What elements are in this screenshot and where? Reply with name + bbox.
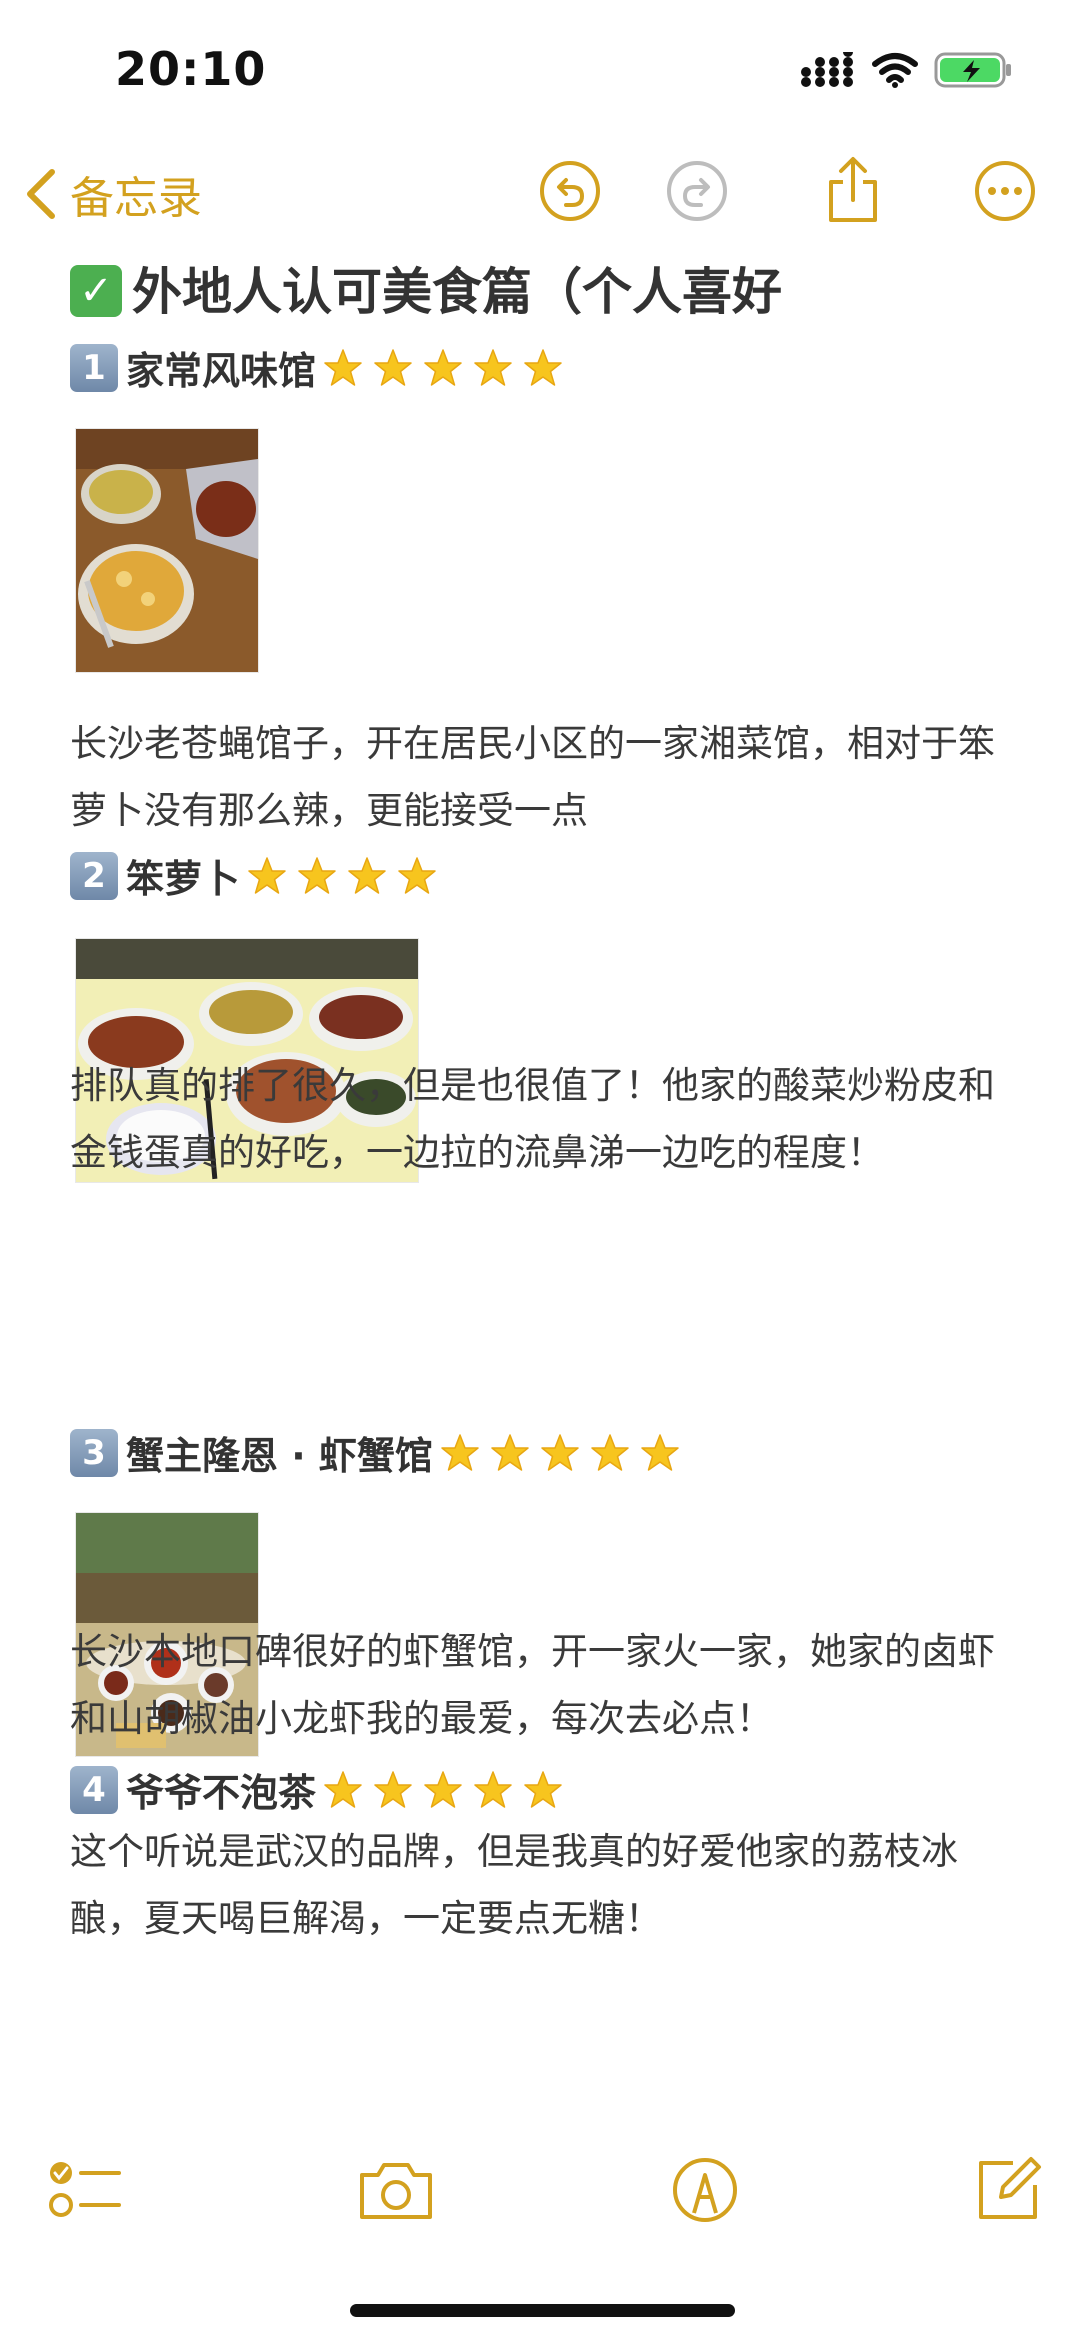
status-bar: 20:10 bbox=[0, 0, 1080, 150]
redo-button[interactable] bbox=[662, 156, 732, 226]
item-name-3: 蟹主隆恩 · 虾蟹馆 bbox=[126, 1434, 433, 1478]
star-icon bbox=[398, 856, 436, 894]
home-indicator[interactable] bbox=[350, 2304, 735, 2317]
battery-charging-icon bbox=[934, 52, 1011, 88]
wifi-icon bbox=[872, 53, 918, 88]
food-photo-image bbox=[76, 429, 258, 672]
number-badge-4: 4 bbox=[70, 1765, 118, 1814]
number-badge-2: 2 bbox=[70, 851, 118, 900]
item-desc-4: 这个听说是武汉的品牌，但是我真的好爱他家的荔枝冰酿，夏天喝巨解渴，一定要点无糖！ bbox=[70, 1830, 958, 1940]
back-button[interactable]: 备忘录 bbox=[22, 162, 202, 226]
star-icon bbox=[474, 348, 512, 386]
share-button[interactable] bbox=[818, 156, 888, 226]
star-icon bbox=[641, 1433, 679, 1471]
item-name-2: 笨萝卜 bbox=[126, 857, 241, 901]
checklist-button[interactable] bbox=[45, 2150, 125, 2230]
star-icon bbox=[298, 856, 336, 894]
star-icon bbox=[374, 1770, 412, 1808]
status-time: 20:10 bbox=[115, 42, 267, 96]
item-heading-4: 4 爷爷不泡茶 bbox=[70, 1762, 564, 1817]
more-icon bbox=[975, 161, 1035, 221]
star-icon bbox=[324, 1770, 362, 1808]
star-icon bbox=[348, 856, 386, 894]
chevron-left-icon bbox=[27, 169, 55, 219]
star-icon bbox=[424, 348, 462, 386]
item-name-4: 爷爷不泡茶 bbox=[126, 1771, 317, 1815]
star-icon bbox=[491, 1433, 529, 1471]
undo-button[interactable] bbox=[535, 156, 605, 226]
number-badge-1: 1 bbox=[70, 343, 118, 392]
number-badge-3: 3 bbox=[70, 1428, 118, 1477]
star-icon bbox=[541, 1433, 579, 1471]
back-label: 备忘录 bbox=[70, 173, 202, 224]
camera-button[interactable] bbox=[356, 2150, 436, 2230]
item-desc-1: 长沙老苍蝇馆子，开在居民小区的一家湘菜馆，相对于笨萝卜没有那么辣，更能接受一点 bbox=[70, 722, 995, 832]
camera-icon bbox=[360, 2163, 432, 2219]
check-mark-icon bbox=[70, 265, 122, 317]
checklist-icon bbox=[49, 2162, 121, 2217]
star-icon bbox=[524, 1770, 562, 1808]
markup-icon bbox=[673, 2158, 737, 2222]
item-heading-1: 1 家常风味馆 bbox=[70, 340, 564, 395]
star-icon bbox=[424, 1770, 462, 1808]
star-rating-2 bbox=[246, 855, 438, 897]
item-heading-3: 3 蟹主隆恩 · 虾蟹馆 bbox=[70, 1425, 681, 1480]
compose-button[interactable] bbox=[968, 2150, 1048, 2230]
star-rating-4 bbox=[322, 1769, 564, 1811]
markup-button[interactable] bbox=[665, 2150, 745, 2230]
star-icon bbox=[524, 348, 562, 386]
star-icon bbox=[374, 348, 412, 386]
star-rating-3 bbox=[439, 1432, 681, 1474]
undo-icon bbox=[540, 161, 600, 221]
item-heading-2: 2 笨萝卜 bbox=[70, 848, 438, 903]
star-icon bbox=[474, 1770, 512, 1808]
star-rating-1 bbox=[322, 347, 564, 389]
status-icons bbox=[800, 50, 1014, 90]
star-icon bbox=[248, 856, 286, 894]
redo-icon bbox=[667, 161, 727, 221]
nav-bar: 备忘录 bbox=[0, 150, 1080, 240]
star-icon bbox=[324, 348, 362, 386]
more-button[interactable] bbox=[970, 156, 1040, 226]
item-desc-3: 长沙本地口碑很好的虾蟹馆，开一家火一家，她家的卤虾和山胡椒油小龙虾我的最爱，每次… bbox=[70, 1630, 995, 1740]
item-desc-2: 排队真的排了很久，但是也很值了！他家的酸菜炒粉皮和金钱蛋真的好吃，一边拉的流鼻涕… bbox=[70, 1064, 995, 1174]
photo-1[interactable] bbox=[75, 428, 259, 673]
star-icon bbox=[441, 1433, 479, 1471]
cellular-signal-icon bbox=[801, 52, 853, 87]
share-icon bbox=[829, 157, 877, 222]
note-title: 外地人认可美食篇（个人喜好 bbox=[70, 252, 782, 324]
compose-icon bbox=[979, 2157, 1041, 2219]
star-icon bbox=[591, 1433, 629, 1471]
note-title-text: 外地人认可美食篇（个人喜好 bbox=[132, 263, 782, 321]
item-name-1: 家常风味馆 bbox=[126, 349, 317, 393]
bottom-toolbar bbox=[0, 2140, 1080, 2250]
